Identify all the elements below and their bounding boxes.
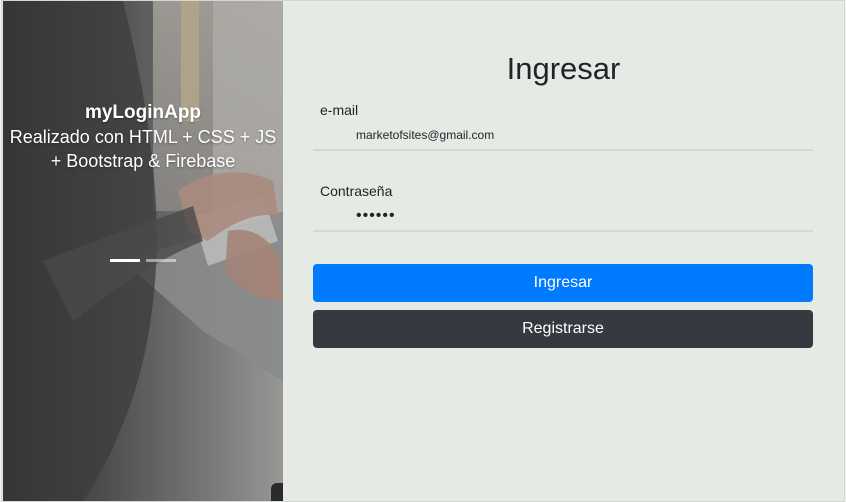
hero-image	[3, 1, 283, 501]
login-button[interactable]: Ingresar	[313, 264, 813, 302]
app-title: myLoginApp	[84, 102, 202, 123]
app-subtitle: Realizado con HTML + CSS + JS + Bootstra…	[9, 127, 277, 171]
login-window: myLoginApp Realizado con HTML + CSS + JS…	[2, 1, 844, 501]
hero-caption: myLoginApp Realizado con HTML + CSS + JS…	[3, 101, 283, 173]
email-field[interactable]	[313, 121, 813, 151]
email-label: e-mail	[320, 102, 359, 118]
carousel-indicators	[110, 259, 176, 262]
password-field[interactable]	[313, 202, 813, 232]
form-title: Ingresar	[506, 51, 621, 86]
register-button[interactable]: Registrarse	[313, 310, 813, 348]
carousel-indicator-1[interactable]	[110, 259, 140, 262]
password-label: Contraseña	[320, 183, 393, 199]
carousel-indicator-2[interactable]	[146, 259, 176, 262]
login-form: Ingresar e-mail Contraseña Ingresar Regi…	[283, 1, 844, 501]
hero-carousel: myLoginApp Realizado con HTML + CSS + JS…	[3, 1, 283, 501]
corner-tab	[271, 483, 283, 501]
